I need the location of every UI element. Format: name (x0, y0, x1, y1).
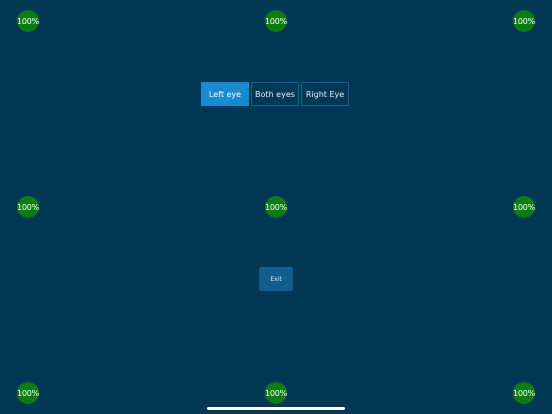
progress-badge-top-left: 100% (17, 10, 39, 32)
progress-badge-bottom-center: 100% (265, 382, 287, 404)
right-eye-button[interactable]: Right Eye (301, 82, 349, 106)
progress-badge-middle-right: 100% (513, 196, 535, 218)
exit-button[interactable]: Exit (259, 267, 293, 291)
progress-badge-bottom-left: 100% (17, 382, 39, 404)
home-indicator[interactable] (207, 407, 345, 410)
progress-badge-middle-center: 100% (265, 196, 287, 218)
progress-badge-top-center: 100% (265, 10, 287, 32)
eye-selector: Left eye Both eyes Right Eye (201, 82, 349, 106)
both-eyes-button[interactable]: Both eyes (251, 82, 299, 106)
progress-badge-top-right: 100% (513, 10, 535, 32)
progress-badge-middle-left: 100% (17, 196, 39, 218)
left-eye-button[interactable]: Left eye (201, 82, 249, 106)
progress-badge-bottom-right: 100% (513, 382, 535, 404)
